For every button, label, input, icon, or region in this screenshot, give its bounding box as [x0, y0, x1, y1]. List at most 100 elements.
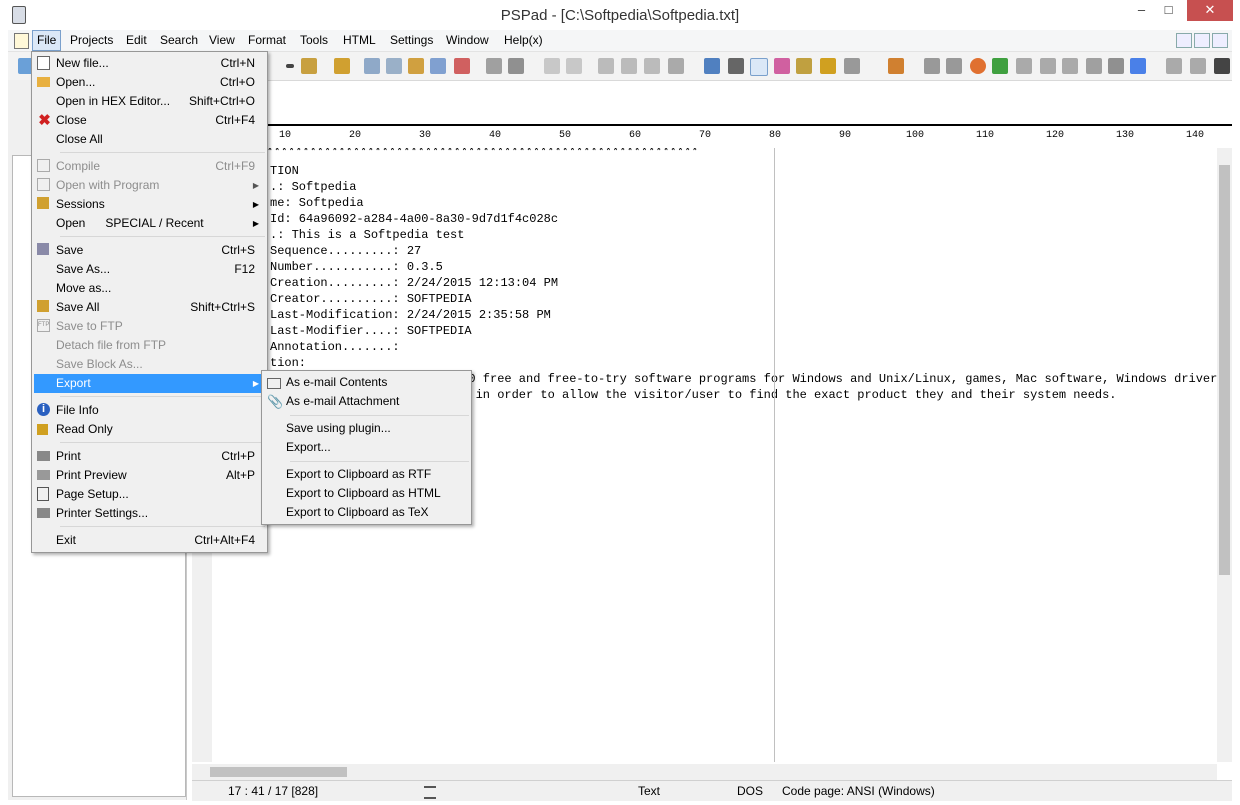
export-item-clipboard-rtf[interactable]: Export to Clipboard as RTF — [264, 465, 469, 484]
code-line: Sequence.........: 27 — [270, 244, 422, 258]
sync-icon[interactable] — [796, 58, 812, 74]
menu-item-save[interactable]: Save Ctrl+S — [34, 241, 265, 260]
menu-item-open-special[interactable]: Open SPECIAL / Recent ▶ — [34, 214, 265, 233]
maximize-button[interactable]: □ — [1155, 0, 1182, 21]
menu-item-move-as[interactable]: Move as... — [34, 279, 265, 298]
close-window-button[interactable]: ✕ — [1187, 0, 1233, 21]
menu-separator — [60, 236, 265, 237]
bookmark-icon[interactable] — [454, 58, 470, 74]
export-item-email-attachment[interactable]: 📎 As e-mail Attachment — [264, 392, 469, 411]
menu-help[interactable]: Help(x) — [500, 30, 547, 50]
tag2-icon[interactable] — [1062, 58, 1078, 74]
menu-item-print[interactable]: Print Ctrl+P — [34, 447, 265, 466]
mdi-minimize-icon[interactable] — [1176, 33, 1192, 48]
ruler-mark: 110 — [976, 130, 995, 141]
line-numbers-icon[interactable] — [704, 58, 720, 74]
html-txt-icon[interactable] — [1016, 58, 1032, 74]
delete-icon[interactable] — [668, 58, 684, 74]
colors-icon[interactable] — [774, 58, 790, 74]
spell-icon[interactable] — [844, 58, 860, 74]
status-eol: DOS — [737, 784, 764, 798]
menu-item-new-file[interactable]: New file... Ctrl+N — [34, 54, 265, 73]
menu-item-export[interactable]: Export ▶ — [34, 374, 265, 393]
find-icon[interactable] — [364, 58, 380, 74]
brackets-icon[interactable] — [430, 58, 446, 74]
save-all-icon[interactable] — [301, 58, 317, 74]
redo-icon[interactable] — [566, 58, 582, 74]
pilcrow-icon[interactable] — [728, 58, 744, 74]
export-item-clipboard-html[interactable]: Export to Clipboard as HTML — [264, 484, 469, 503]
code-line: TION — [270, 164, 299, 178]
vertical-scroll-thumb[interactable] — [1219, 165, 1230, 575]
paste-icon[interactable] — [644, 58, 660, 74]
lock-toolbar-icon[interactable] — [820, 58, 836, 74]
dropdown-arrow-icon[interactable] — [286, 64, 294, 68]
export-item-export[interactable]: Export... — [264, 438, 469, 457]
menu-window[interactable]: Window — [442, 30, 493, 50]
menu-item-read-only[interactable]: Read Only — [34, 420, 265, 439]
google-icon[interactable] — [1130, 58, 1146, 74]
code-icon[interactable] — [946, 58, 962, 74]
export-item-email-contents[interactable]: As e-mail Contents — [264, 373, 469, 392]
menu-projects[interactable]: Projects — [66, 30, 117, 50]
export-item-save-plugin[interactable]: Save using plugin... — [264, 419, 469, 438]
menu-item-sessions[interactable]: Sessions ▶ — [34, 195, 265, 214]
minimize-button[interactable]: – — [1128, 0, 1155, 21]
word-wrap-icon[interactable] — [750, 58, 768, 76]
undo-icon[interactable] — [544, 58, 560, 74]
menu-item-open[interactable]: Open... Ctrl+O — [34, 73, 265, 92]
menu-separator — [60, 396, 265, 397]
menu-item-file-info[interactable]: i File Info — [34, 401, 265, 420]
menu-separator — [60, 526, 265, 527]
tag-icon[interactable] — [1040, 58, 1056, 74]
menu-item-exit[interactable]: Exit Ctrl+Alt+F4 — [34, 531, 265, 550]
menu-item-print-preview[interactable]: Print Preview Alt+P — [34, 466, 265, 485]
preview-icon[interactable] — [486, 58, 502, 74]
indent-icon[interactable] — [924, 58, 940, 74]
console-icon[interactable] — [1214, 58, 1230, 74]
right-margin-line — [774, 148, 775, 762]
pie-icon[interactable] — [970, 58, 986, 74]
menu-item-open-hex[interactable]: Open in HEX Editor... Shift+Ctrl+O — [34, 92, 265, 111]
print-icon[interactable] — [508, 58, 524, 74]
menu-edit[interactable]: Edit — [122, 30, 151, 50]
code-line: 000 free and free-to-try software progra… — [454, 372, 1217, 386]
replace-icon[interactable] — [386, 58, 402, 74]
menu-view[interactable]: View — [205, 30, 239, 50]
menu-settings[interactable]: Settings — [386, 30, 437, 50]
title-bar: PSPad - [C:\Softpedia\Softpedia.txt] – □… — [0, 0, 1240, 30]
menu-html[interactable]: HTML — [339, 30, 380, 50]
menu-item-close[interactable]: ✖ Close Ctrl+F4 — [34, 111, 265, 130]
find-next-icon[interactable] — [408, 58, 424, 74]
file-menu: New file... Ctrl+N Open... Ctrl+O Open i… — [31, 51, 268, 553]
validate-icon[interactable] — [1086, 58, 1102, 74]
menu-search[interactable]: Search — [156, 30, 202, 50]
status-codepage: Code page: ANSI (Windows) — [782, 784, 935, 798]
menu-separator — [290, 415, 469, 416]
cut-icon[interactable] — [598, 58, 614, 74]
pin-icon[interactable] — [888, 58, 904, 74]
submenu-arrow-icon: ▶ — [252, 181, 259, 190]
export-submenu: As e-mail Contents 📎 As e-mail Attachmen… — [261, 370, 472, 525]
hash-icon[interactable] — [992, 58, 1008, 74]
menu-separator — [60, 442, 265, 443]
tree-icon[interactable] — [334, 58, 350, 74]
mdi-close-icon[interactable] — [1212, 33, 1228, 48]
menu-item-save-all[interactable]: Save All Shift+Ctrl+S — [34, 298, 265, 317]
menu-file[interactable]: File — [32, 30, 62, 51]
run-icon[interactable] — [1166, 58, 1182, 74]
ruler-mark: 30 — [419, 130, 432, 141]
binary-icon[interactable] — [1190, 58, 1206, 74]
filter-icon[interactable] — [1108, 58, 1124, 74]
menu-tools[interactable]: Tools — [296, 30, 332, 50]
copy-icon[interactable] — [621, 58, 637, 74]
menu-item-close-all[interactable]: Close All — [34, 130, 265, 149]
code-line: .: This is a Softpedia test — [270, 228, 465, 242]
export-item-clipboard-tex[interactable]: Export to Clipboard as TeX — [264, 503, 469, 522]
menu-item-save-as[interactable]: Save As... F12 — [34, 260, 265, 279]
mdi-restore-icon[interactable] — [1194, 33, 1210, 48]
menu-format[interactable]: Format — [244, 30, 290, 50]
horizontal-scroll-thumb[interactable] — [210, 767, 347, 777]
menu-item-printer-settings[interactable]: Printer Settings... — [34, 504, 265, 523]
menu-item-page-setup[interactable]: Page Setup... — [34, 485, 265, 504]
